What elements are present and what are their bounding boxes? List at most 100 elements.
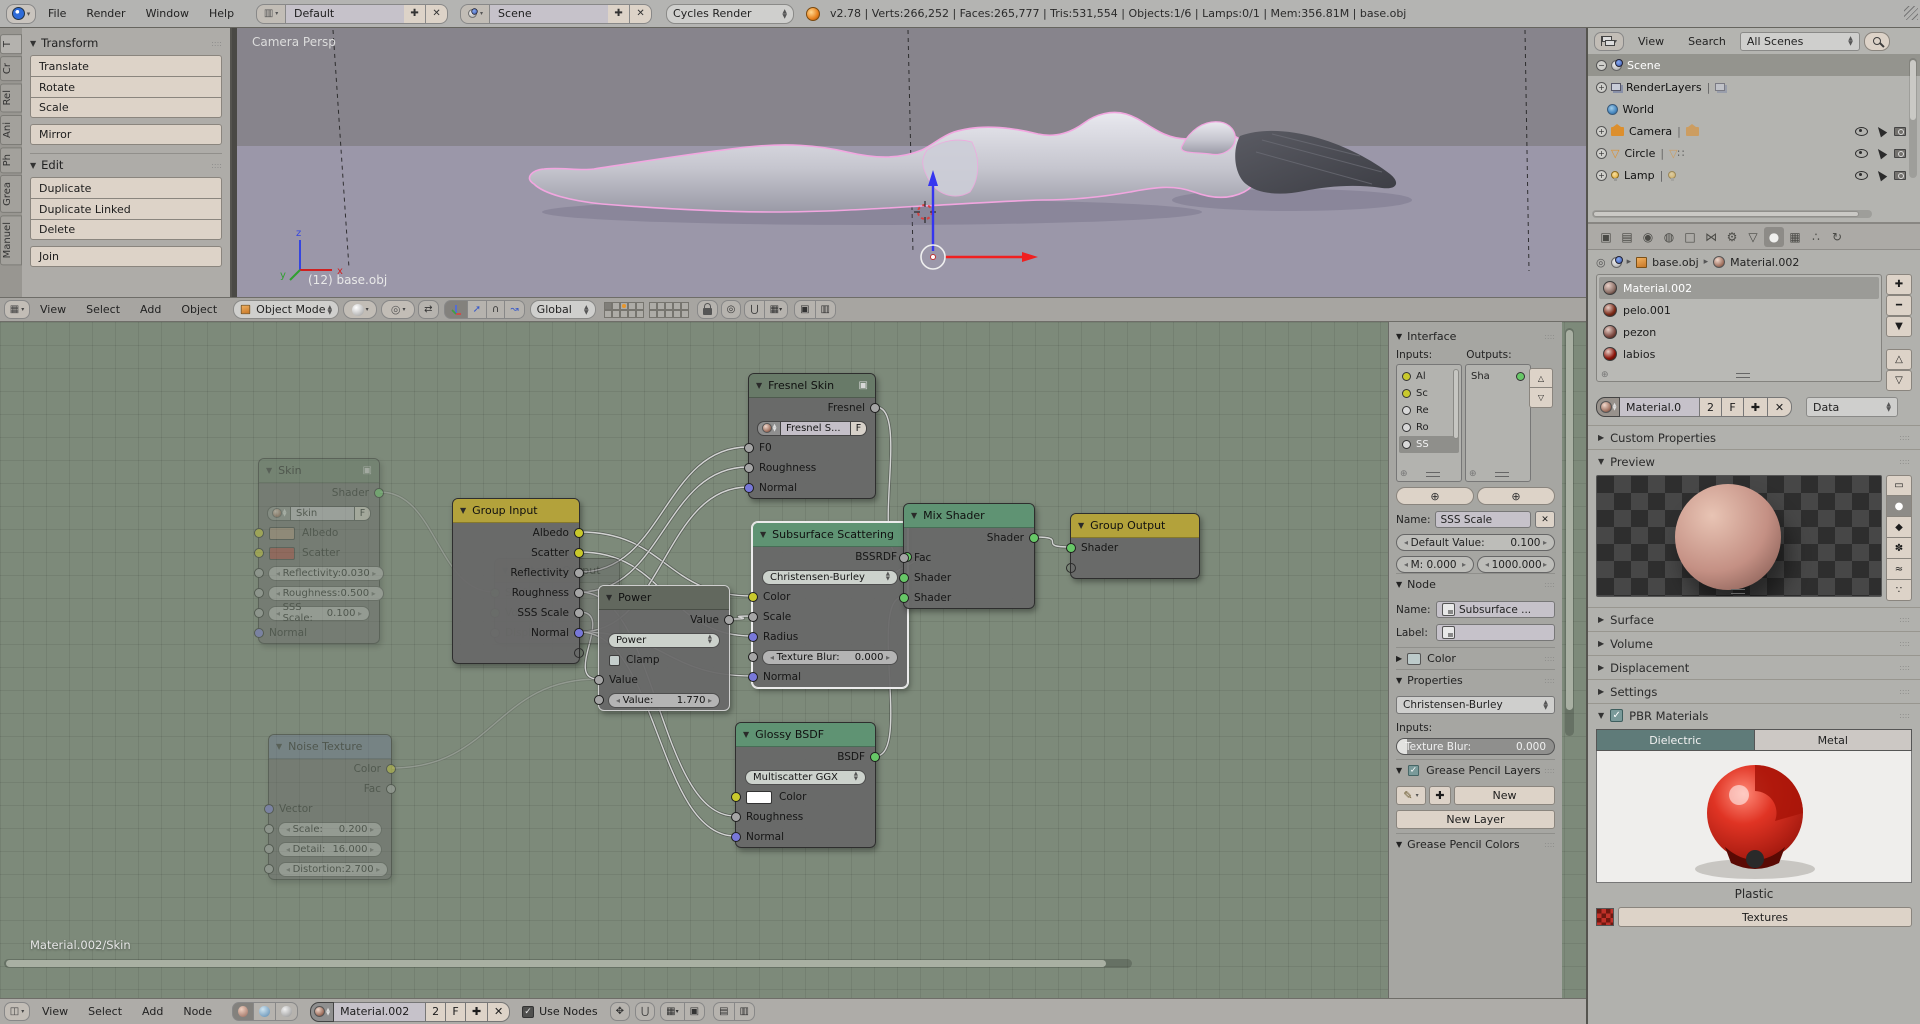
layer-group[interactable]	[604, 302, 644, 318]
socket[interactable]	[1066, 543, 1076, 553]
outliner-view-menu[interactable]: View	[1628, 35, 1674, 48]
checkbox[interactable]	[609, 655, 620, 666]
datablock-browse-button[interactable]: ▲▼	[757, 421, 781, 436]
material-slot-labios[interactable]: labios	[1599, 343, 1879, 365]
socket-name-field[interactable]: SSS Scale	[1435, 511, 1531, 528]
viewport-shading-dropdown[interactable]: ▾	[343, 300, 377, 319]
manipulator-extra-button[interactable]: ↝	[505, 300, 524, 319]
preview-section[interactable]: ▼Preview::::	[1588, 449, 1920, 473]
node-gout[interactable]: ▼Group OutputShader	[1070, 513, 1200, 579]
gp-pencil-dropdown[interactable]: ✎▾	[1396, 786, 1426, 805]
node-slider[interactable]: ◂ Reflectivity:0.030 ▸	[268, 566, 384, 581]
socket[interactable]	[724, 615, 734, 625]
datablock-name-field[interactable]: Skin	[291, 506, 355, 521]
min-value-slider[interactable]: ◂ M: 0.000▸	[1396, 556, 1474, 573]
drag-dots-icon[interactable]: ::::	[211, 161, 222, 170]
viewport-menu-add[interactable]: Add	[130, 303, 171, 316]
overlap-button[interactable]: ▣	[685, 1002, 705, 1021]
tab-physics[interactable]: ↻	[1827, 227, 1847, 247]
pbr-tab-dielectric[interactable]: Dielectric	[1596, 729, 1755, 751]
node-slider[interactable]: ◂ SSS Scale:0.100 ▸	[268, 606, 370, 621]
socket[interactable]	[744, 443, 754, 453]
texture-checker-icon[interactable]	[1596, 908, 1614, 926]
expand-minus-icon[interactable]: −	[1596, 60, 1607, 71]
node-gi[interactable]: ▼Group InputAlbedoScatterReflectivityRou…	[452, 498, 580, 664]
tab-scene[interactable]: ◉	[1638, 227, 1658, 247]
3d-viewport[interactable]: z x y Camera Persp (12) base.obj	[232, 28, 1586, 297]
socket[interactable]	[374, 488, 384, 498]
screen-layout-icon[interactable]: ▥▾	[256, 4, 286, 24]
socket[interactable]	[264, 804, 274, 814]
socket[interactable]	[254, 628, 264, 638]
node-menu-node[interactable]: Node	[173, 1005, 222, 1018]
new-material-button[interactable]: ✚	[466, 1002, 488, 1022]
breadcrumb-material[interactable]: Material.002	[1730, 256, 1799, 269]
toolshelf-tab-t[interactable]: T	[0, 34, 22, 54]
toolshelf-tab-manuel[interactable]: Manuel	[0, 215, 22, 265]
fake-user-button[interactable]: F	[851, 421, 867, 436]
interface-panel-header[interactable]: ▼Interface::::	[1396, 326, 1555, 347]
node-header[interactable]: ▼Skin▣	[259, 459, 379, 483]
outliner-hscrollbar[interactable]	[1592, 210, 1872, 218]
preview-particles-button[interactable]: ∵	[1886, 580, 1912, 601]
tab-world[interactable]: ◍	[1659, 227, 1679, 247]
color-panel-header[interactable]: ▶Color::::	[1396, 647, 1555, 669]
vertical-scrollbar[interactable]	[1565, 328, 1574, 736]
toolshelf-tab-grea[interactable]: Grea	[0, 175, 22, 213]
opengl-render-button[interactable]: ▣	[794, 300, 815, 319]
socket[interactable]	[748, 672, 758, 682]
node-fresnel[interactable]: ▼Fresnel Skin▣Fresnel▲▼Fresnel S...FF0Ro…	[748, 373, 876, 499]
slider-right-arrow[interactable]: ▸	[367, 845, 374, 854]
delete-button[interactable]: Delete	[30, 219, 222, 240]
viewport-menu-view[interactable]: View	[30, 303, 76, 316]
corner-grip[interactable]	[1904, 6, 1918, 20]
close-layout-button[interactable]: ✕	[426, 4, 448, 24]
node-panel-header[interactable]: ▼Node::::	[1396, 573, 1555, 595]
expand-plus-icon[interactable]: +	[1596, 148, 1607, 159]
tab-modifiers[interactable]: ⚙	[1722, 227, 1742, 247]
interface-output-sha[interactable]: Sha	[1468, 368, 1528, 385]
horizontal-scrollbar[interactable]	[4, 959, 1132, 968]
join-button[interactable]: Join	[30, 246, 222, 267]
collapse-icon[interactable]: ▼	[1078, 521, 1084, 530]
texture-blur-slider[interactable]: Texture Blur: 0.000	[1396, 738, 1555, 755]
socket[interactable]	[899, 553, 909, 563]
resize-grab[interactable]	[1426, 472, 1440, 477]
renderability-camera-icon[interactable]	[1894, 149, 1906, 158]
collapse-icon[interactable]: ▼	[276, 742, 282, 751]
outliner-display-dropdown[interactable]: ▾	[1594, 32, 1624, 51]
interface-input-al[interactable]: Al	[1399, 368, 1459, 385]
socket[interactable]	[574, 588, 584, 598]
preview-hair-button[interactable]: ≈	[1886, 559, 1912, 580]
interface-input-sc[interactable]: Sc	[1399, 385, 1459, 402]
interface-outputs-list[interactable]: Sha⊕	[1465, 364, 1531, 482]
socket[interactable]	[254, 588, 264, 598]
node-name-field[interactable]: Subsurface ...	[1436, 601, 1555, 618]
tab-material[interactable]: ●	[1764, 227, 1784, 247]
toolshelf-tab-rel[interactable]: Rel	[0, 83, 22, 112]
slot-move-down-button[interactable]: ▽	[1886, 370, 1912, 391]
collapse-icon[interactable]: ▼	[743, 730, 749, 739]
socket[interactable]	[574, 568, 584, 578]
socket[interactable]	[386, 764, 396, 774]
tab-render[interactable]: ▣	[1596, 227, 1616, 247]
node-noise[interactable]: ▼Noise TextureColorFacVector◂ Scale:0.20…	[268, 734, 392, 880]
pivot-align-toggle[interactable]: ⇄	[418, 300, 438, 319]
proportional-edit-button[interactable]: ◎	[721, 300, 742, 319]
add-scene-button[interactable]: ✚	[608, 4, 630, 24]
transform-panel-header[interactable]: ▼ Transform ::::	[30, 36, 222, 50]
selectability-cursor-icon[interactable]	[1875, 169, 1887, 182]
tab-render-layers[interactable]: ▤	[1617, 227, 1637, 247]
transform-orientation-dropdown[interactable]: Global▲▼	[530, 300, 596, 319]
editor-type-button[interactable]: ◫▾	[4, 1002, 30, 1021]
node-header[interactable]: ▼Noise Texture	[269, 735, 391, 759]
custom-properties-section[interactable]: ▶Custom Properties::::	[1588, 425, 1920, 449]
socket[interactable]	[574, 528, 584, 538]
socket[interactable]	[748, 652, 758, 662]
socket[interactable]	[870, 403, 880, 413]
tab-particles[interactable]: ∴	[1806, 227, 1826, 247]
socket[interactable]	[748, 592, 758, 602]
remove-slot-button[interactable]: ━	[1886, 295, 1912, 316]
search-button[interactable]	[1864, 32, 1890, 51]
close-scene-button[interactable]: ✕	[630, 4, 652, 24]
